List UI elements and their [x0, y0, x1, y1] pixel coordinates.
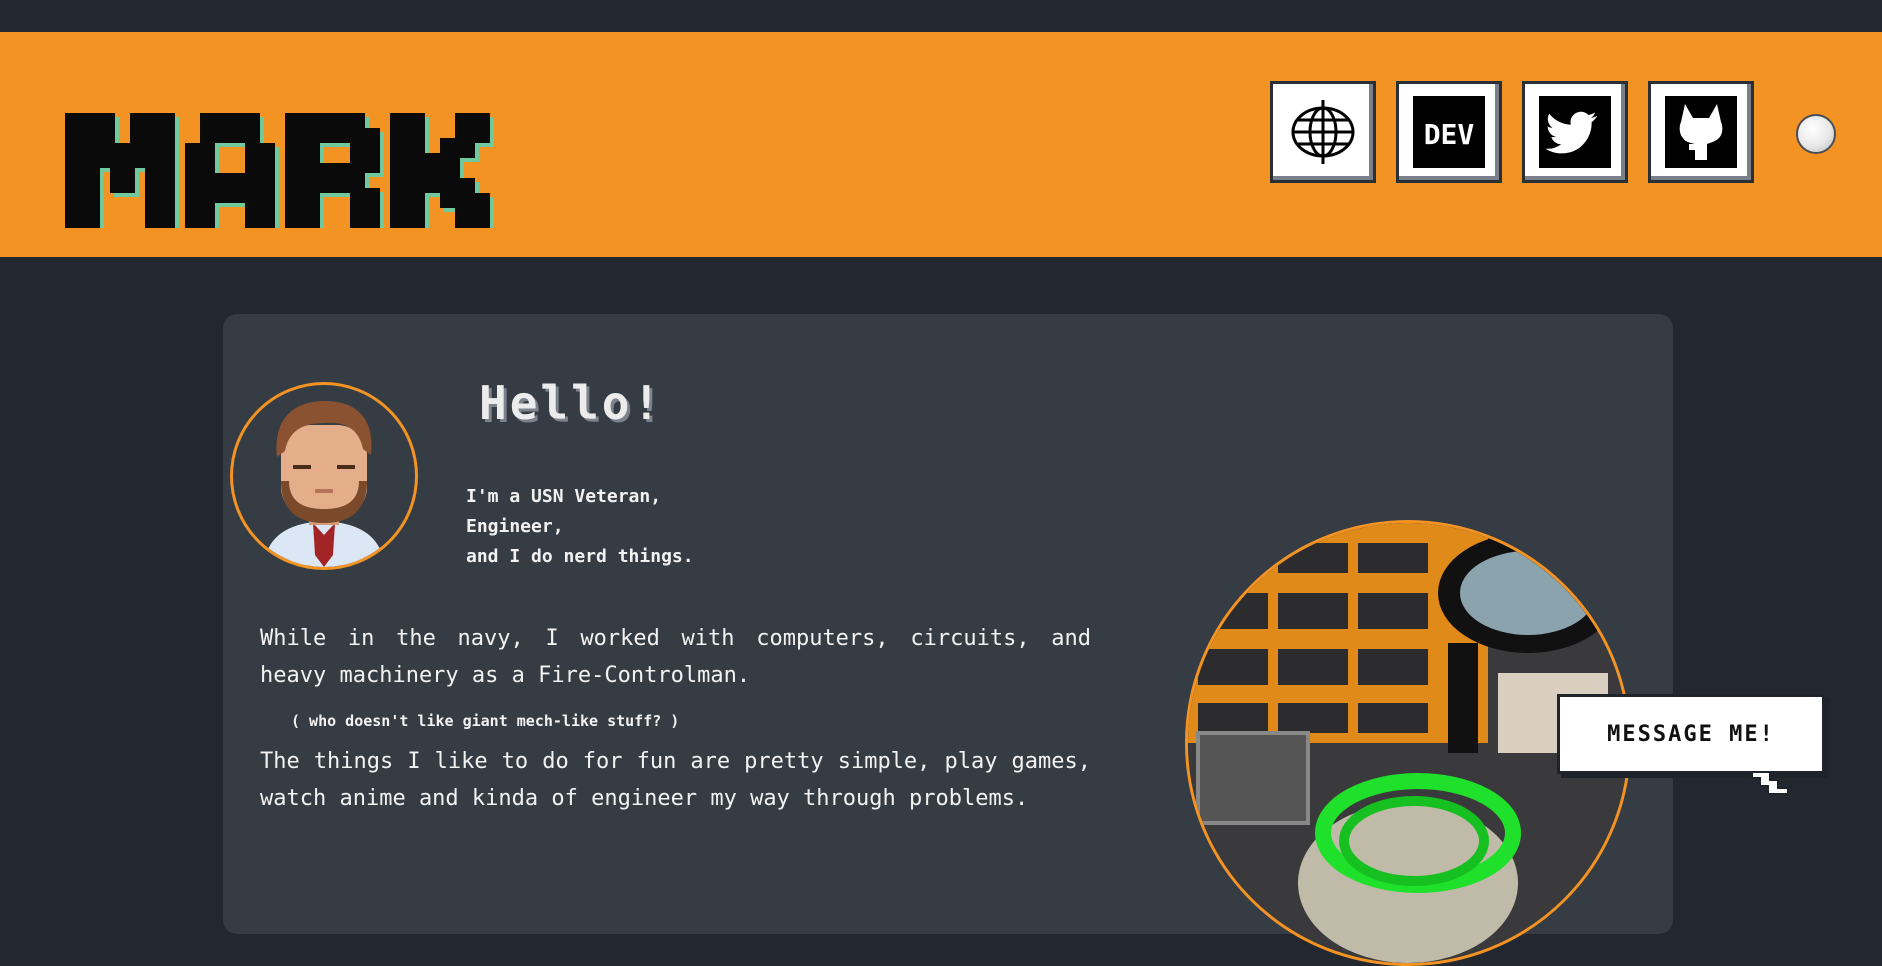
github-link[interactable] [1651, 84, 1751, 180]
about-card: Hello! I'm a USN Veteran, Engineer, and … [223, 314, 1673, 966]
globe-icon [1291, 100, 1355, 164]
avatar [230, 382, 418, 570]
dev-icon: DEV [1413, 96, 1485, 168]
speech-bubble-tail [1751, 772, 1789, 795]
dev-link[interactable]: DEV [1399, 84, 1499, 180]
theme-toggle[interactable] [1796, 114, 1836, 154]
navy-paragraph: While in the navy, I worked with compute… [260, 626, 1091, 688]
github-icon [1665, 96, 1737, 168]
twitter-icon [1539, 96, 1611, 168]
hobbies-paragraph: The things I like to do for fun are pret… [260, 749, 1091, 811]
message-me-button[interactable]: MESSAGE ME! [1560, 697, 1822, 771]
greeting-heading: Hello! [479, 376, 664, 430]
intro-line: I'm a USN Veteran, [466, 486, 662, 507]
intro-line: Engineer, [466, 516, 564, 537]
intro-line: and I do nerd things. [466, 546, 694, 567]
intro-text: I'm a USN Veteran, Engineer, and I do ne… [466, 482, 694, 572]
website-link[interactable] [1273, 84, 1373, 180]
aside-note: ( who doesn't like giant mech-like stuff… [291, 712, 680, 730]
site-header: DEV [0, 32, 1882, 257]
twitter-link[interactable] [1525, 84, 1625, 180]
dev-label: DEV [1424, 118, 1475, 151]
logo[interactable] [60, 78, 560, 228]
